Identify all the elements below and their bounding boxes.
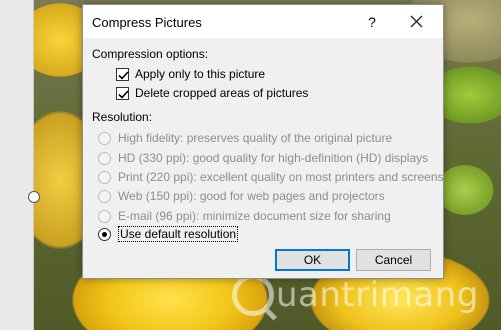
radio-high-fidelity-label: High fidelity: preserves quality of the … <box>118 131 393 145</box>
radio-icon <box>98 151 111 165</box>
radio-web[interactable]: Web (150 ppi): good for web pages and pr… <box>98 188 385 204</box>
compression-options-label: Compression options: <box>92 47 209 61</box>
left-panel <box>0 0 34 330</box>
radio-high-fidelity[interactable]: High fidelity: preserves quality of the … <box>98 130 392 146</box>
apply-only-checkbox[interactable]: Apply only to this picture <box>116 66 265 82</box>
watermark-logo-icon <box>232 274 274 316</box>
delete-cropped-label: Delete cropped areas of pictures <box>135 86 309 100</box>
radio-selected-icon <box>98 227 111 241</box>
radio-default-resolution-label: Use default resolution <box>118 226 239 242</box>
radio-email[interactable]: E-mail (96 ppi): minimize document size … <box>98 208 391 224</box>
checkbox-checked-icon <box>116 67 129 81</box>
cancel-button[interactable]: Cancel <box>356 249 431 271</box>
ok-button[interactable]: OK <box>275 249 350 271</box>
delete-cropped-checkbox[interactable]: Delete cropped areas of pictures <box>116 85 308 101</box>
checkbox-checked-icon <box>116 86 129 100</box>
radio-default-resolution[interactable]: Use default resolution <box>98 226 239 242</box>
help-button[interactable]: ? <box>360 11 384 33</box>
compress-pictures-dialog: Compress Pictures ? Compression options:… <box>82 4 444 279</box>
watermark-text: uantrimang <box>276 275 479 315</box>
radio-hd-label: HD (330 ppi): good quality for high-defi… <box>118 151 429 165</box>
radio-icon <box>98 131 111 145</box>
apply-only-label: Apply only to this picture <box>135 67 266 81</box>
radio-hd[interactable]: HD (330 ppi): good quality for high-defi… <box>98 150 428 166</box>
resolution-label: Resolution: <box>92 110 153 124</box>
radio-print-label: Print (220 ppi): excellent quality on mo… <box>118 170 444 184</box>
close-icon[interactable] <box>403 11 431 33</box>
radio-print[interactable]: Print (220 ppi): excellent quality on mo… <box>98 169 444 185</box>
radio-web-label: Web (150 ppi): good for web pages and pr… <box>118 189 385 203</box>
radio-email-label: E-mail (96 ppi): minimize document size … <box>118 209 391 223</box>
dialog-titlebar: Compress Pictures ? <box>83 5 443 38</box>
dialog-title: Compress Pictures <box>92 15 202 30</box>
radio-icon <box>98 170 111 184</box>
radio-icon <box>98 209 111 223</box>
resize-handle[interactable] <box>28 191 40 203</box>
radio-icon <box>98 189 111 203</box>
